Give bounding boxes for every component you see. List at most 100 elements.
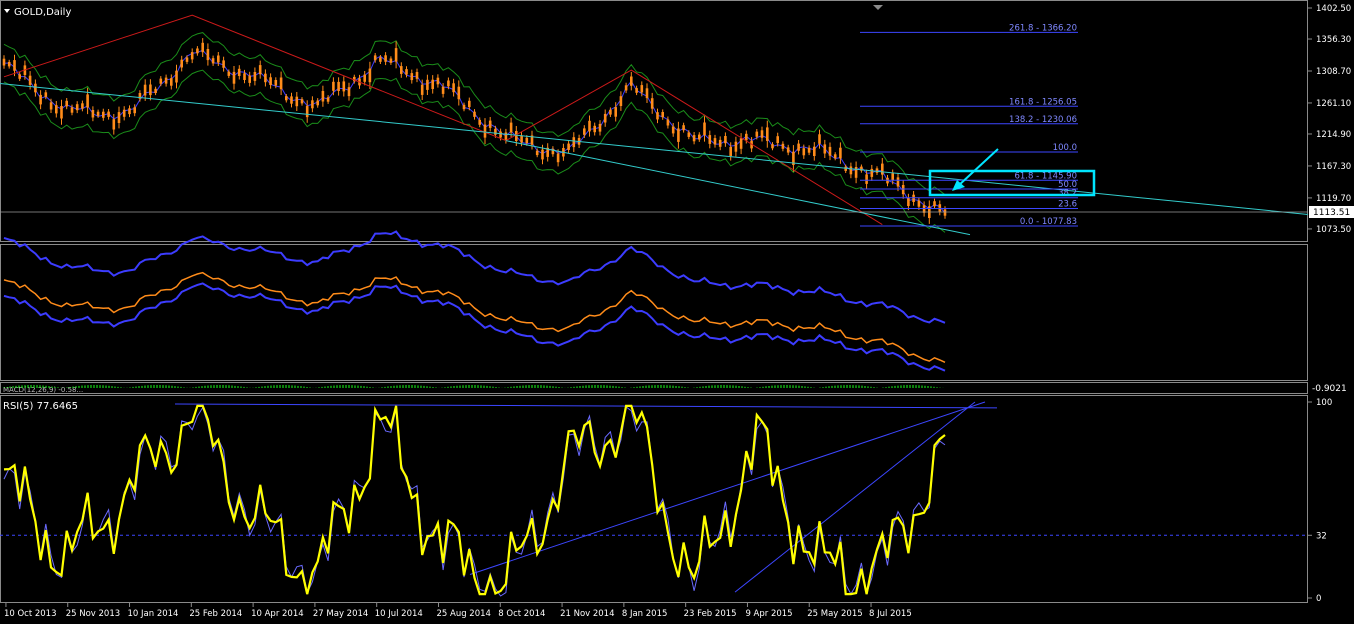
price-candle-body xyxy=(504,132,508,140)
rsi-y-tick-label: 100 xyxy=(1316,398,1332,408)
price-candle-body xyxy=(677,128,680,142)
price-candle-body xyxy=(295,96,299,107)
price-candle-body xyxy=(143,84,147,96)
fib-level-label: 23.6 xyxy=(1058,200,1077,210)
price-candle-body xyxy=(159,78,163,84)
price-candle-body xyxy=(692,135,696,142)
price-candle-body xyxy=(635,88,638,93)
price-candle-body xyxy=(285,96,288,101)
price-candle-body xyxy=(65,100,68,107)
price-candle-body xyxy=(494,128,497,135)
price-candle-body xyxy=(776,136,779,144)
price-candle-body xyxy=(656,112,659,120)
price-candle-body xyxy=(2,58,6,66)
price-candle-body xyxy=(133,107,136,114)
price-candle-body xyxy=(347,87,351,97)
price-candle-body xyxy=(907,197,910,206)
price-candle-body xyxy=(875,168,879,173)
price-candle-body xyxy=(671,126,675,134)
chart-canvas: GOLD,Daily RSI(5) 77.6465 MACD(12,26,9) … xyxy=(0,0,1354,620)
price-candle-body xyxy=(515,131,518,141)
price-candle-body xyxy=(718,139,722,147)
price-candle-body xyxy=(81,103,84,109)
price-candle-body xyxy=(708,135,712,144)
price-candle-body xyxy=(457,86,461,100)
fib-level-label: 100.0 xyxy=(1053,143,1077,153)
price-candle-body xyxy=(447,80,450,87)
price-candle-body xyxy=(583,128,586,135)
price-candle-body xyxy=(164,77,168,84)
price-candle-body xyxy=(337,81,340,91)
price-candle-body xyxy=(525,137,529,144)
price-candle-body xyxy=(321,91,325,102)
price-candle-body xyxy=(28,75,32,85)
price-candle-body xyxy=(624,85,628,91)
price-candle-body xyxy=(7,62,11,67)
price-candle-body xyxy=(258,65,262,75)
price-candle-body xyxy=(891,173,894,181)
chart-window: GOLD,Daily RSI(5) 77.6465 MACD(12,26,9) … xyxy=(0,0,1354,620)
price-candle-body xyxy=(807,147,811,153)
price-candle-body xyxy=(243,73,246,80)
price-candle-body xyxy=(703,122,706,136)
macd-value-label: -0.9021 xyxy=(1312,384,1347,394)
price-candle-body xyxy=(598,123,602,132)
price-candle-body xyxy=(661,112,664,118)
price-candle-body xyxy=(91,110,95,118)
price-candle-body xyxy=(713,138,717,145)
price-candle-body xyxy=(232,71,236,84)
x-tick-label: 25 May 2015 xyxy=(807,609,862,619)
price-candle-body xyxy=(363,74,366,82)
price-candle-body xyxy=(180,59,183,68)
price-candle-body xyxy=(797,143,800,151)
price-candle-body xyxy=(499,131,502,138)
price-candle-body xyxy=(541,149,544,160)
price-candle-body xyxy=(326,97,330,102)
price-candle-body xyxy=(154,88,157,93)
price-candle-body xyxy=(389,58,393,63)
price-candle-body xyxy=(149,84,152,96)
symbol-title: GOLD,Daily xyxy=(14,7,71,18)
price-candle-body xyxy=(682,125,685,131)
price-candle-body xyxy=(698,134,701,140)
price-candle-body xyxy=(619,96,623,106)
price-candle-body xyxy=(60,106,63,119)
price-candle-body xyxy=(849,166,853,175)
price-candle-body xyxy=(264,73,267,83)
price-candle-body xyxy=(771,144,774,149)
price-candle-body xyxy=(332,81,335,91)
x-tick-label: 25 Feb 2014 xyxy=(189,609,242,619)
price-candle-body xyxy=(614,107,617,117)
price-candle-body xyxy=(13,60,16,71)
price-candle-body xyxy=(420,84,424,95)
price-candle-body xyxy=(734,141,738,152)
price-candle-body xyxy=(881,163,884,175)
price-candle-body xyxy=(938,204,942,212)
price-candle-body xyxy=(828,146,832,156)
rsi-indicator-label: RSI(5) 77.6465 xyxy=(3,401,78,412)
price-candle-body xyxy=(556,153,560,163)
price-candle-body xyxy=(839,147,842,159)
y-tick-label: 1073.50 xyxy=(1316,225,1351,235)
price-candle-body xyxy=(912,194,915,202)
price-candle-body xyxy=(786,147,790,153)
y-tick-label: 1261.10 xyxy=(1316,99,1351,109)
price-candle-body xyxy=(567,143,570,150)
price-candle-body xyxy=(745,133,748,141)
price-candle-body xyxy=(44,92,48,97)
fib-level-label: 161.8 - 1256.05 xyxy=(1009,97,1077,107)
price-candle-body xyxy=(379,57,382,62)
price-candle-body xyxy=(609,109,612,115)
price-candle-body xyxy=(870,168,874,177)
price-candle-body xyxy=(55,105,58,114)
price-candle-body xyxy=(645,88,649,99)
price-candle-body xyxy=(70,107,74,113)
price-candle-body xyxy=(818,134,821,144)
price-candle-body xyxy=(943,209,947,216)
price-candle-body xyxy=(593,125,596,133)
price-candle-body xyxy=(128,108,131,115)
price-candle-body xyxy=(222,60,225,68)
fib-level-label: 261.8 - 1366.20 xyxy=(1009,23,1077,33)
price-candle-body xyxy=(75,104,79,111)
price-candle-body xyxy=(253,72,257,81)
